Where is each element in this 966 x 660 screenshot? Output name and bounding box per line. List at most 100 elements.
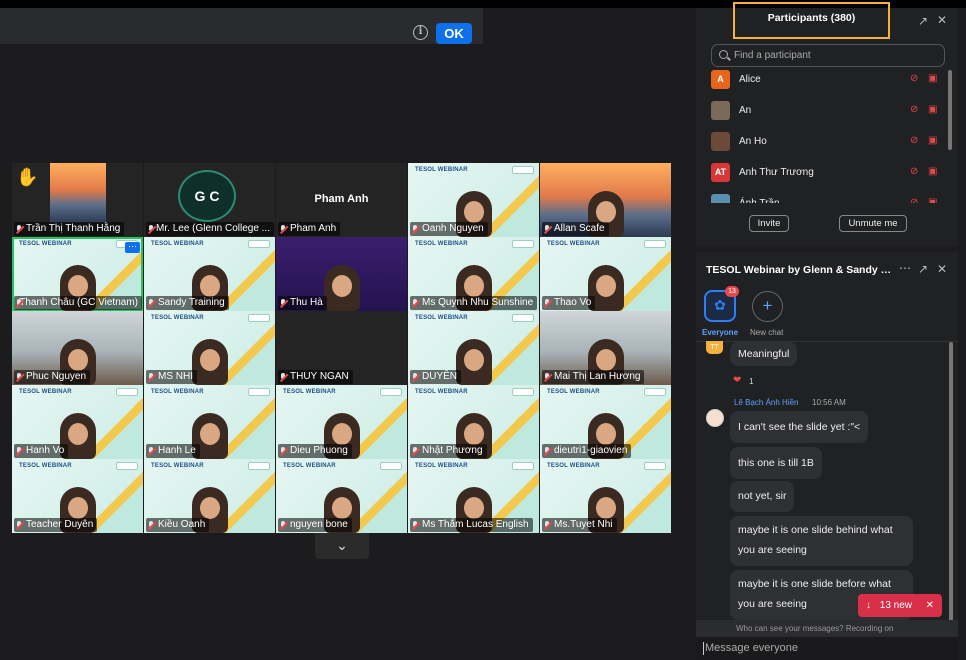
muted-mic-icon (544, 298, 551, 308)
video-tile[interactable]: TESOL WEBINAR Oanh Nguyen (408, 163, 539, 237)
muted-mic-icon (412, 372, 419, 382)
video-tile[interactable]: TESOL WEBINAR ⋯ Thanh Châu (GC Vietnam) (12, 237, 143, 311)
more-options-icon[interactable]: ⋯ (125, 242, 140, 253)
camera-off-icon[interactable]: ▣ (928, 166, 940, 177)
visibility-label: Who can see your messages? Recording on (736, 624, 894, 633)
close-icon[interactable]: ✕ (937, 13, 947, 27)
video-tile[interactable]: Thu Hà (276, 237, 407, 311)
muted-mic-icon (148, 446, 155, 456)
more-options-icon[interactable]: ⋯ (899, 261, 912, 275)
muted-mic-icon[interactable]: ⊘ (910, 104, 922, 115)
participant-row[interactable]: An Ho ⊘ ▣ (696, 130, 951, 158)
participant-row[interactable]: An ⊘ ▣ (696, 99, 951, 127)
muted-mic-icon[interactable]: ⊘ (910, 73, 922, 84)
participant-name: MS NHI (158, 371, 193, 382)
raise-hand-icon: ✋ (16, 167, 39, 187)
group-icon: ✿ (714, 297, 726, 313)
video-tile[interactable]: TESOL WEBINAR Nhật Phương (408, 385, 539, 459)
chat-message: I can't see the slide yet :"< (730, 411, 869, 443)
muted-mic-icon[interactable]: ⊘ (910, 166, 922, 177)
webinar-label: TESOL WEBINAR (415, 167, 468, 173)
muted-mic-icon (148, 298, 155, 308)
video-tile[interactable]: TESOL WEBINAR Teacher Duyên (12, 459, 143, 533)
muted-mic-icon[interactable]: ⊘ (910, 197, 922, 203)
video-tile[interactable]: THUY NGAN (276, 311, 407, 385)
participant-scrollbar[interactable] (948, 70, 952, 150)
participant-name: Allan Scafe (554, 223, 605, 234)
video-tile[interactable]: TESOL WEBINAR Hanh Le (144, 385, 275, 459)
message-input[interactable]: Message everyone (696, 637, 958, 660)
participant-face (199, 497, 220, 519)
video-tile[interactable]: TESOL WEBINAR Sandy Training (144, 237, 275, 311)
participant-row[interactable]: A Alice ⊘ ▣ (696, 68, 951, 96)
webinar-label: TESOL WEBINAR (415, 315, 468, 321)
close-icon[interactable]: ✕ (926, 594, 934, 617)
participant-name: nguyen bone (290, 519, 348, 530)
popout-icon[interactable]: ↗ (918, 14, 928, 28)
new-chat-button[interactable]: + (752, 291, 783, 322)
participant-name: Thanh Châu (GC Vietnam) (19, 297, 138, 308)
participant-name-label: Ms Quynh Nhu Sunshine (410, 296, 538, 310)
video-tile[interactable]: Phuc Nguyen (12, 311, 143, 385)
avatar: AT (711, 163, 730, 182)
muted-mic-icon[interactable]: ⊘ (910, 135, 922, 146)
camera-off-icon[interactable]: ▣ (928, 104, 940, 115)
unmute-me-button[interactable]: Unmute me (839, 215, 907, 232)
participant-face (199, 275, 220, 297)
participant-name-label: Ms.Tuyet Nhi (542, 518, 617, 532)
visibility-notice[interactable]: Who can see your messages? Recording on (696, 620, 958, 637)
participant-name: Dieu Phuong (290, 445, 348, 456)
video-tile[interactable]: TESOL WEBINAR dieutri1-giaovien (540, 385, 671, 459)
video-tile[interactable]: TESOL WEBINAR DUYÊN (408, 311, 539, 385)
new-messages-label: 13 new (879, 600, 913, 611)
participant-name-label: Thanh Châu (GC Vietnam) (14, 296, 142, 310)
webinar-label: TESOL WEBINAR (151, 463, 204, 469)
video-tile[interactable]: TESOL WEBINAR Hanh Vo (12, 385, 143, 459)
participant-row[interactable]: Ánh Trần ⊘ ▣ (696, 192, 951, 203)
video-tile[interactable]: ✋ Trần Thị Thanh Hằng (12, 163, 143, 237)
camera-off-icon[interactable]: ▣ (928, 135, 940, 146)
video-feed (50, 163, 106, 223)
chevron-down-icon[interactable]: ⌄ (315, 533, 369, 559)
notice-bar: i OK (0, 8, 483, 44)
video-tile[interactable]: TESOL WEBINAR Kiều Oanh (144, 459, 275, 533)
info-icon[interactable]: i (413, 25, 428, 40)
participant-name: Hanh Vo (26, 445, 65, 456)
participant-search-input[interactable]: Find a participant (711, 44, 945, 67)
participant-name: Ms Thắm Lucas English (422, 519, 529, 530)
video-tile[interactable]: Allan Scafe (540, 163, 671, 237)
participant-name: Mai Thị Lan Hương (554, 371, 641, 382)
chat-panel: TESOL Webinar by Glenn & Sandy Trai... ⋯… (696, 252, 958, 660)
message-line: maybe it is one slide behind what (738, 524, 893, 536)
video-tile[interactable]: Pham Anh Pham Anh (276, 163, 407, 237)
video-tile[interactable]: G C Mr. Lee (Glenn College ... (144, 163, 275, 237)
video-tile[interactable]: TESOL WEBINAR nguyen bone (276, 459, 407, 533)
webinar-label: TESOL WEBINAR (19, 241, 72, 247)
video-tile[interactable]: TESOL WEBINAR Ms Thắm Lucas English (408, 459, 539, 533)
avatar (706, 409, 724, 427)
video-tile[interactable]: TESOL WEBINAR MS NHI (144, 311, 275, 385)
search-placeholder: Find a participant (734, 50, 811, 61)
camera-off-icon[interactable]: ▣ (928, 73, 940, 84)
ok-button[interactable]: OK (436, 23, 472, 44)
video-tile[interactable]: Mai Thị Lan Hương (540, 311, 671, 385)
participant-name: Alice (739, 74, 761, 85)
invite-button[interactable]: Invite (749, 215, 789, 232)
video-tile[interactable]: TESOL WEBINAR Dieu Phuong (276, 385, 407, 459)
video-tile[interactable]: TESOL WEBINAR Ms.Tuyet Nhi (540, 459, 671, 533)
camera-off-icon[interactable]: ▣ (928, 197, 940, 203)
sandy-logo (644, 388, 666, 396)
participant-name: THUY NGAN (290, 371, 349, 382)
popout-icon[interactable]: ↗ (918, 262, 928, 276)
sandy-logo (116, 462, 138, 470)
video-tile[interactable]: TESOL WEBINAR Ms Quynh Nhu Sunshine (408, 237, 539, 311)
close-icon[interactable]: ✕ (937, 262, 947, 276)
new-messages-button[interactable]: ↓ 13 new ✕ (858, 594, 942, 617)
video-tile[interactable]: TESOL WEBINAR Thao Vo (540, 237, 671, 311)
participant-face (67, 497, 88, 519)
participant-row[interactable]: AT Anh Thư Trương ⊘ ▣ (696, 161, 951, 189)
participant-face (463, 423, 484, 445)
chat-scrollbar[interactable] (949, 342, 953, 622)
heart-icon[interactable]: ❤ (733, 375, 741, 386)
participant-video (323, 265, 360, 311)
